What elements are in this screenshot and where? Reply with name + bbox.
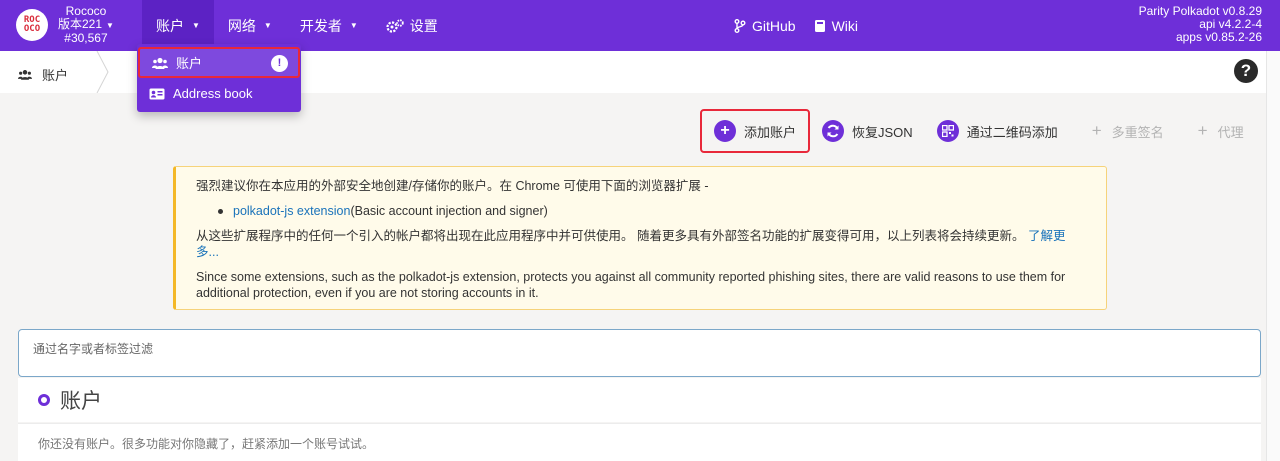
notice-line-2-text: 从这些扩展程序中的任何一个引入的帐户都将出现在此应用程序中并可供使用。 随着更多… <box>196 229 1025 243</box>
filter-placeholder: 通过名字或者标签过滤 <box>33 342 154 356</box>
nav-network-label: 网络 <box>227 17 256 34</box>
multisig-button[interactable]: + 多重签名 <box>1070 109 1176 153</box>
users-icon <box>152 57 168 69</box>
chevron-down-icon: ▼ <box>106 21 114 30</box>
add-via-qr-label: 通过二维码添加 <box>966 124 1058 140</box>
version-apps: apps v0.85.2-26 <box>1175 30 1262 44</box>
breadcrumb-label: 账户 <box>42 68 69 83</box>
qrcode-icon <box>936 120 959 142</box>
address-card-icon <box>149 88 165 99</box>
restore-json-label: 恢复JSON <box>852 124 913 140</box>
wiki-link[interactable]: Wiki <box>810 0 872 51</box>
menu-item-accounts[interactable]: 账户 ! <box>138 47 300 78</box>
github-label: GitHub <box>752 17 796 34</box>
chain-logo[interactable]: ROC OCO <box>16 9 48 41</box>
proxy-button[interactable]: + 代理 <box>1176 109 1256 153</box>
nav-developer-label: 开发者 <box>299 17 342 34</box>
accounts-section-title: 账户 <box>60 390 102 413</box>
chevron-down-icon: ▼ <box>192 21 200 30</box>
extension-list-item: polkadot-js extension (Basic account inj… <box>218 203 1086 219</box>
nav-settings-label: 设置 <box>409 17 438 34</box>
chevron-down-icon: ▼ <box>263 21 272 30</box>
wiki-label: Wiki <box>831 17 859 34</box>
help-icon[interactable]: ? <box>1234 59 1258 83</box>
add-via-qr-button[interactable]: 通过二维码添加 <box>925 109 1070 153</box>
menu-item-accounts-label: 账户 <box>176 56 203 71</box>
accounts-dropdown-menu: 账户 ! Address book <box>137 44 301 112</box>
account-filter-input[interactable]: 通过名字或者标签过滤 <box>18 329 1261 377</box>
version-info: Parity Polkadot v0.8.29 api v4.2.2-4 app… <box>1139 5 1262 44</box>
accounts-empty-message: 你还没有账户。很多功能对你隐藏了，赶紧添加一个账号试试。 <box>18 423 1261 461</box>
block-number: #30,567 <box>64 31 108 45</box>
restore-json-button[interactable]: 恢复JSON <box>810 109 925 153</box>
external-links: GitHub Wiki <box>720 0 872 51</box>
proxy-label: 代理 <box>1217 124 1244 140</box>
notice-line-2: 从这些扩展程序中的任何一个引入的帐户都将出现在此应用程序中并可供使用。 随着更多… <box>196 228 1086 260</box>
account-actions: + 添加账户 恢复JSON 通过二维码添加 + 多重签名 + 代理 <box>700 109 1256 153</box>
plus-icon: + <box>714 120 736 142</box>
github-link[interactable]: GitHub <box>720 0 810 51</box>
sync-icon <box>822 120 845 142</box>
code-branch-icon <box>734 18 746 33</box>
chevron-down-icon: ▼ <box>349 21 358 30</box>
notice-line-3: Since some extensions, such as the polka… <box>196 270 1066 300</box>
breadcrumb[interactable]: 账户 <box>18 65 68 84</box>
multisig-label: 多重签名 <box>1111 124 1164 140</box>
chain-version: 版本221 <box>58 17 103 31</box>
plus-icon: + <box>1197 121 1208 140</box>
notice-line-1: 强烈建议你在本应用的外部安全地创建/存储你的账户。在 Chrome 可使用下面的… <box>196 179 709 193</box>
bullet-dot <box>218 208 223 214</box>
add-account-button[interactable]: + 添加账户 <box>700 109 811 153</box>
extension-description: (Basic account injection and signer) <box>350 204 548 218</box>
warning-badge: ! <box>271 55 288 72</box>
extension-notice: 强烈建议你在本应用的外部安全地创建/存储你的账户。在 Chrome 可使用下面的… <box>173 166 1107 310</box>
menu-item-address-book-label: Address book <box>173 86 253 101</box>
chain-selector[interactable]: Rococo 版本221 ▼ #30,567 <box>58 5 114 45</box>
section-dot-icon <box>38 394 50 406</box>
page-scrollbar[interactable] <box>1266 51 1280 461</box>
plus-icon: + <box>1091 121 1102 140</box>
nav-settings[interactable]: 设置 <box>372 0 452 51</box>
chain-logo-text: ROC OCO <box>23 15 41 34</box>
book-icon <box>814 19 825 32</box>
accounts-section-header: 账户 <box>18 378 1261 422</box>
menu-item-address-book[interactable]: Address book <box>137 78 301 109</box>
users-icon <box>18 70 32 80</box>
breadcrumb-separator-icon <box>96 51 109 93</box>
polkadot-extension-link[interactable]: polkadot-js extension <box>233 203 350 219</box>
nav-accounts-label: 账户 <box>156 17 184 34</box>
gears-icon <box>386 18 404 33</box>
add-account-label: 添加账户 <box>744 124 797 140</box>
